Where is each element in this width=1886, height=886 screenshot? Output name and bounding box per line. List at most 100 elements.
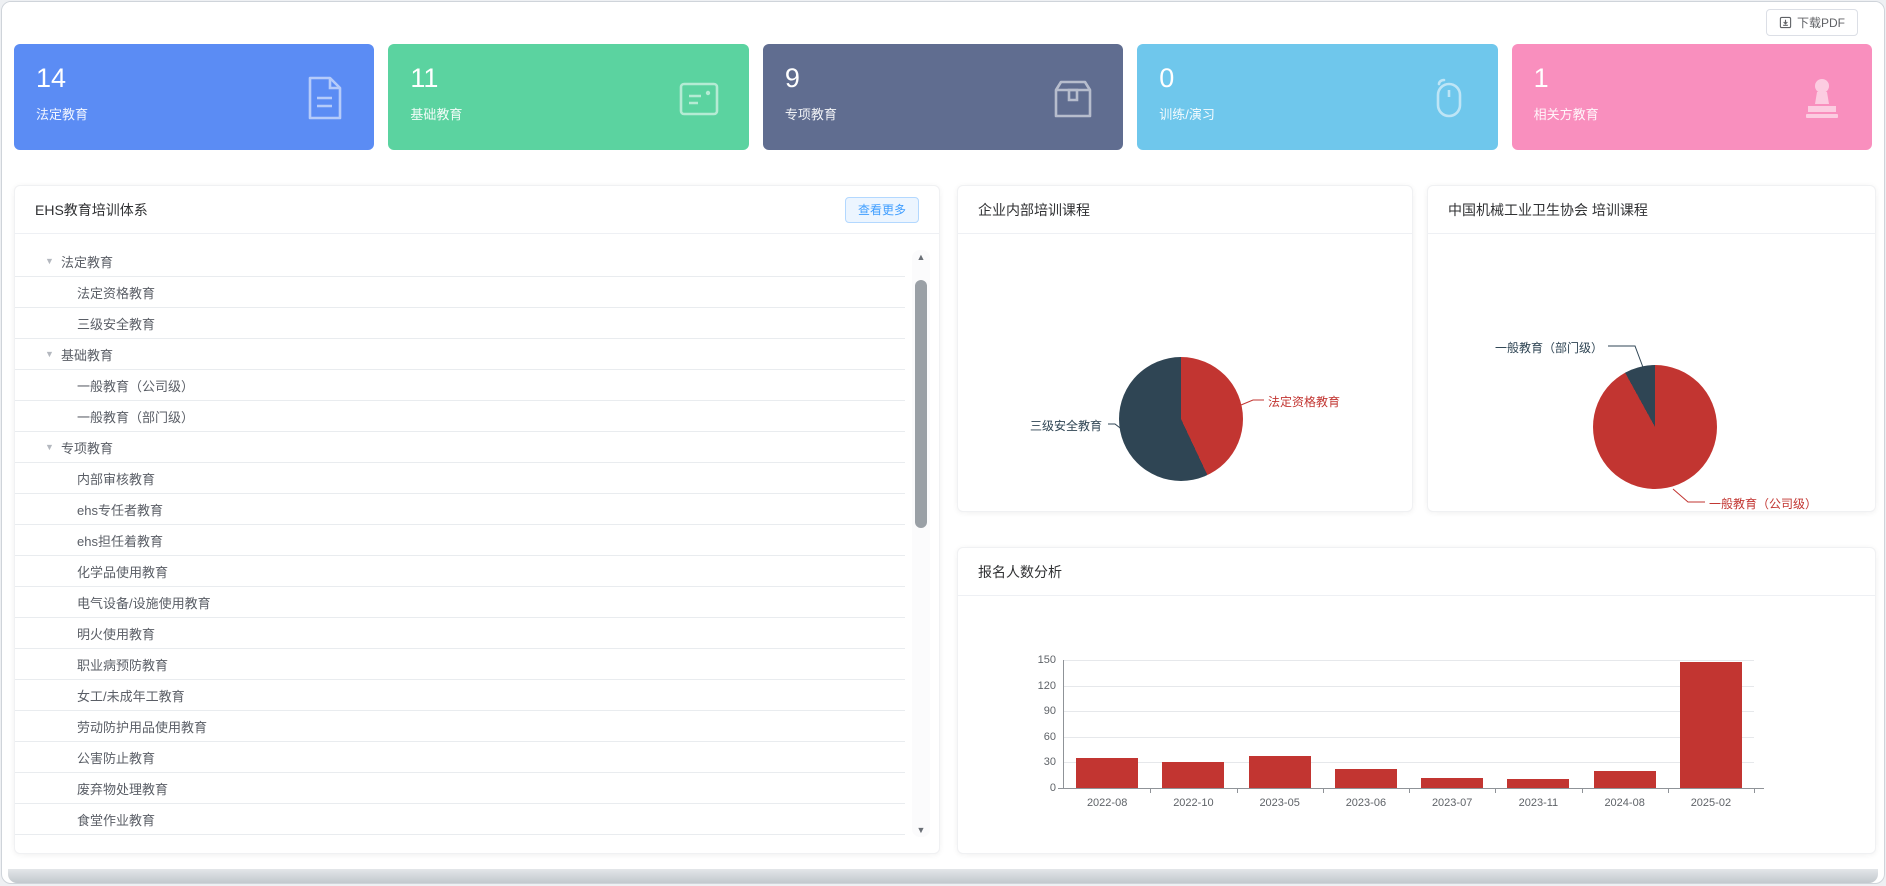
scroll-down-icon[interactable]: ▼ (912, 825, 930, 835)
caret-down-icon[interactable]: ▼ (45, 442, 55, 452)
x-axis-line (1058, 788, 1764, 789)
y-tick-label: 0 (1050, 782, 1056, 794)
x-tick-mark (1582, 788, 1583, 793)
tree-item-10[interactable]: ehs担任着教育 (15, 525, 905, 556)
enrollment-analysis-card: 报名人数分析 03060901201502022-082022-102023-0… (957, 547, 1876, 854)
stamp-icon (1796, 72, 1848, 124)
tree-item-label: 三级安全教育 (77, 314, 155, 333)
bar-title: 报名人数分析 (978, 562, 1062, 582)
gridline (1064, 737, 1754, 738)
tree-item-9[interactable]: ehs专任者教育 (15, 494, 905, 525)
pie2-title: 中国机械工业卫生协会 培训课程 (1448, 200, 1648, 220)
bar-2023-05[interactable] (1249, 756, 1311, 788)
package-icon (1047, 72, 1099, 124)
pie1-header: 企业内部培训课程 (958, 186, 1412, 234)
scrollbar-thumb[interactable] (915, 280, 927, 528)
tree-item-3[interactable]: 三级安全教育 (15, 308, 905, 339)
mouse-icon (1422, 72, 1474, 124)
bar-2023-11[interactable] (1507, 779, 1569, 788)
x-tick-label: 2025-02 (1668, 797, 1754, 809)
dashboard-window: 下载PDF 14法定教育11基础教育9专项教育0训练/演习1相关方教育 EHS教… (1, 1, 1885, 884)
pie1-label-red: 法定资格教育 (1268, 393, 1340, 410)
tree-item-2[interactable]: 法定资格教育 (15, 277, 905, 308)
bar-2024-08[interactable] (1594, 771, 1656, 788)
pie1-circle[interactable] (1119, 357, 1243, 481)
y-tick-label: 150 (1038, 654, 1056, 666)
tree-item-8[interactable]: 内部审核教育 (15, 463, 905, 494)
y-tick-label: 120 (1038, 680, 1056, 692)
tree-item-19[interactable]: 食堂作业教育 (15, 804, 905, 835)
gridline (1064, 686, 1754, 687)
bar-2022-10[interactable] (1162, 762, 1224, 788)
tree-item-12[interactable]: 电气设备/设施使用教育 (15, 587, 905, 618)
bar-2023-06[interactable] (1335, 769, 1397, 788)
caret-down-icon[interactable]: ▼ (45, 349, 55, 359)
scroll-up-icon[interactable]: ▲ (912, 252, 930, 262)
bar-2025-02[interactable] (1680, 662, 1742, 788)
stat-card-1[interactable]: 14法定教育 (14, 44, 374, 150)
tree-panel-header: EHS教育培训体系 查看更多 (15, 186, 939, 234)
y-tick-label: 60 (1044, 731, 1056, 743)
tree-item-label: ehs专任者教育 (77, 500, 163, 519)
bar-2023-07[interactable] (1421, 778, 1483, 788)
stat-card-4[interactable]: 0训练/演习 (1137, 44, 1497, 150)
x-tick-mark (1754, 788, 1755, 793)
tree-item-label: 专项教育 (61, 438, 113, 457)
stat-card-5[interactable]: 1相关方教育 (1512, 44, 1872, 150)
tree-item-label: 明火使用教育 (77, 624, 155, 643)
download-pdf-button[interactable]: 下载PDF (1766, 9, 1858, 36)
stat-card-3[interactable]: 9专项教育 (763, 44, 1123, 150)
gridline (1064, 660, 1754, 661)
tree-item-6[interactable]: 一般教育（部门级） (15, 401, 905, 432)
tree-item-label: 基础教育 (61, 345, 113, 364)
tree-item-1[interactable]: ▼法定教育 (15, 246, 905, 277)
view-more-button[interactable]: 查看更多 (845, 197, 919, 223)
tree-item-18[interactable]: 废弃物处理教育 (15, 773, 905, 804)
x-tick-mark (1668, 788, 1669, 793)
tree-item-11[interactable]: 化学品使用教育 (15, 556, 905, 587)
tree-item-label: 法定资格教育 (77, 283, 155, 302)
x-tick-label: 2023-07 (1409, 797, 1495, 809)
tree-item-label: 内部审核教育 (77, 469, 155, 488)
pie2-label-red: 一般教育（公司级） (1709, 495, 1817, 512)
tree-item-7[interactable]: ▼ 专项教育 (15, 432, 905, 463)
tree-item-16[interactable]: 劳动防护用品使用教育 (15, 711, 905, 742)
pie1-chart: 法定资格教育 三级安全教育 (958, 234, 1412, 511)
tree-item-label: 一般教育（部门级） (77, 407, 194, 426)
caret-down-icon[interactable]: ▼ (45, 256, 55, 266)
tree-item-14[interactable]: 职业病预防教育 (15, 649, 905, 680)
stat-card-2[interactable]: 11基础教育 (388, 44, 748, 150)
x-tick-label: 2023-06 (1323, 797, 1409, 809)
tree-item-label: 女工/未成年工教育 (77, 686, 185, 705)
tree-item-13[interactable]: 明火使用教育 (15, 618, 905, 649)
x-tick-label: 2023-05 (1237, 797, 1323, 809)
pie2-circle[interactable] (1593, 365, 1717, 489)
ehs-tree-panel: EHS教育培训体系 查看更多 ▼法定教育法定资格教育三级安全教育 ▼ 基础教育一般教… (14, 185, 940, 854)
tree-item-15[interactable]: 女工/未成年工教育 (15, 680, 905, 711)
document-icon (298, 72, 350, 124)
tree-item-label: 职业病预防教育 (77, 655, 168, 674)
tree-item-label: ehs担任着教育 (77, 531, 163, 550)
y-tick-label: 30 (1044, 756, 1056, 768)
card-icon (673, 72, 725, 124)
x-tick-mark (1409, 788, 1410, 793)
association-training-pie-card: 中国机械工业卫生协会 培训课程 一般教育（部门级） 一般教育（公司级） (1427, 185, 1876, 512)
x-tick-label: 2023-11 (1495, 797, 1581, 809)
bar-2022-08[interactable] (1076, 758, 1138, 788)
tree-list: ▼法定教育法定资格教育三级安全教育 ▼ 基础教育一般教育（公司级） 一般教育（部门级）… (15, 246, 905, 843)
top-toolbar: 下载PDF (2, 2, 1884, 42)
tree-item-4[interactable]: ▼ 基础教育 (15, 339, 905, 370)
x-tick-label: 2024-08 (1582, 797, 1668, 809)
bar-chart: 03060901201502022-082022-102023-052023-0… (1064, 660, 1754, 788)
tree-item-17[interactable]: 公害防止教育 (15, 742, 905, 773)
tree-scrollbar[interactable]: ▲ ▼ (912, 250, 930, 837)
tree-item-label: 劳动防护用品使用教育 (77, 717, 207, 736)
download-icon (1779, 16, 1792, 29)
bar-header: 报名人数分析 (958, 548, 1875, 596)
y-axis-line (1063, 660, 1064, 788)
x-tick-mark (1323, 788, 1324, 793)
pie2-label-dark: 一般教育（部门级） (1495, 339, 1603, 356)
tree-item-label: 废弃物处理教育 (77, 779, 168, 798)
tree-item-5[interactable]: 一般教育（公司级） (15, 370, 905, 401)
x-tick-mark (1150, 788, 1151, 793)
